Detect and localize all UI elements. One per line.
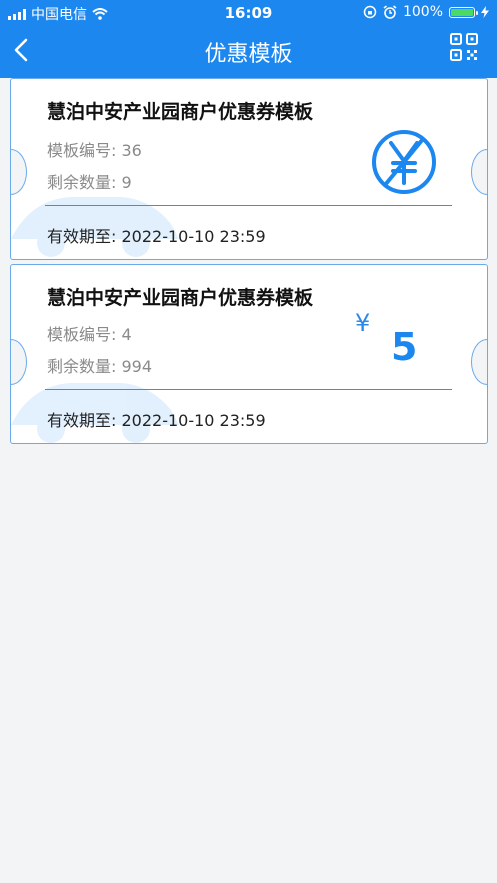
app-header: 中国电信 16:09 100% 优惠模板 [0,0,497,78]
coupon-card[interactable]: 慧泊中安产业园商户优惠券模板 模板编号: 4 剩余数量: 994 ¥ 5 有效期… [10,264,488,444]
template-number: 模板编号: 36 [47,141,142,160]
coupon-title: 慧泊中安产业园商户优惠券模板 [47,101,314,123]
nav-bar: 优惠模板 [0,26,497,78]
divider [45,205,452,206]
lock-rotation-icon [363,5,377,19]
expiry-date: 有效期至: 2022-10-10 23:59 [47,411,266,430]
qr-code-icon[interactable] [449,32,479,62]
remaining-count: 剩余数量: 9 [47,173,132,192]
alarm-icon [383,5,397,19]
divider [45,389,452,390]
currency-symbol: ¥ [355,309,371,337]
remaining-count: 剩余数量: 994 [47,357,153,376]
ticket-notch [471,339,487,385]
page-title: 优惠模板 [204,42,293,67]
battery-icon [449,6,478,18]
status-bar: 中国电信 16:09 100% [0,0,497,26]
template-number: 模板编号: 4 [47,325,132,344]
coupon-amount: 5 [391,325,418,369]
battery-percent: 100% [402,4,443,20]
expiry-date: 有效期至: 2022-10-10 23:59 [47,227,266,246]
charging-icon [481,6,489,18]
no-yen-icon [372,130,436,194]
ticket-notch [471,149,487,195]
coupon-card[interactable]: 慧泊中安产业园商户优惠券模板 模板编号: 36 剩余数量: 9 有效期至: 20… [10,78,488,260]
coupon-title: 慧泊中安产业园商户优惠券模板 [47,287,314,309]
